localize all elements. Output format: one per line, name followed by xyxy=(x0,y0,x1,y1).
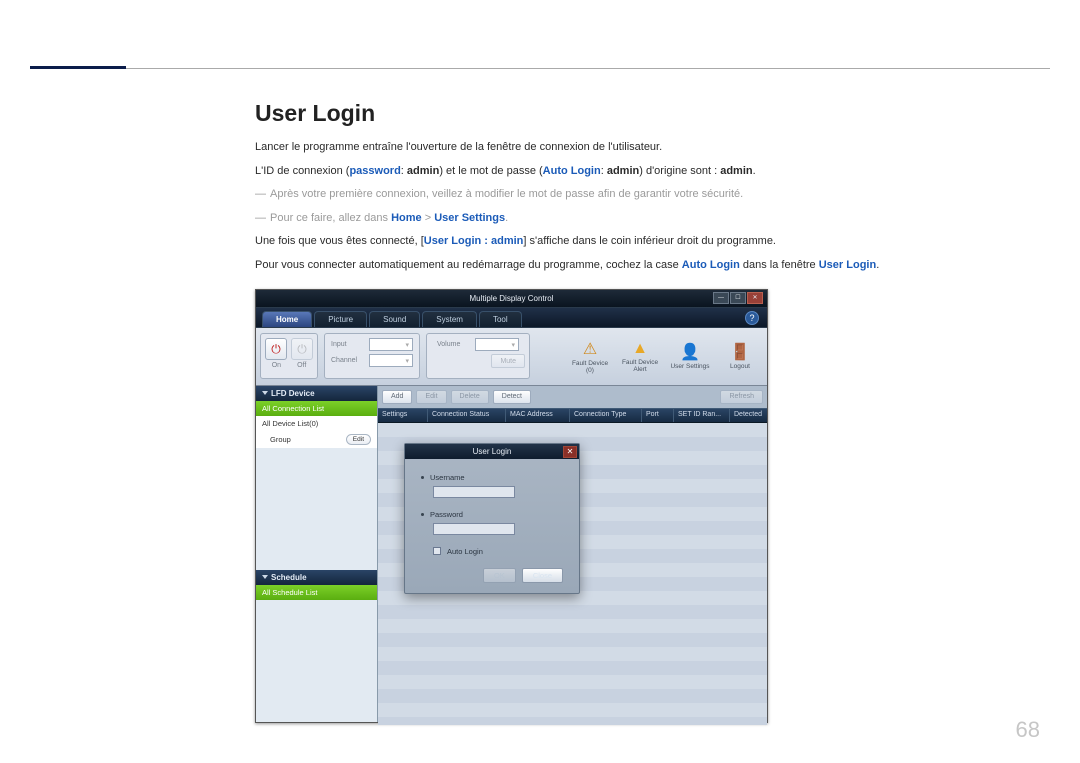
ok-button[interactable]: OK xyxy=(483,568,516,583)
chevron-down-icon xyxy=(262,575,268,579)
detect-button[interactable]: Detect xyxy=(493,390,531,404)
sidebar-schedule-area xyxy=(256,600,377,722)
channel-label: Channel xyxy=(331,357,365,364)
tab-system[interactable]: System xyxy=(422,311,477,327)
sidebar-all-connection[interactable]: All Connection List xyxy=(256,401,377,416)
sidebar-lfd-header[interactable]: LFD Device xyxy=(256,386,377,401)
edit-button[interactable]: Edit xyxy=(416,390,446,404)
close-button[interactable]: ✕ xyxy=(747,292,763,304)
main-panel: Add Edit Delete Detect Refresh Settings … xyxy=(378,386,767,722)
password-input[interactable] xyxy=(433,523,515,535)
power-off-button[interactable]: ⏻ xyxy=(291,338,313,360)
col-settings[interactable]: Settings xyxy=(378,409,428,422)
alert-triangle-icon: ▲ xyxy=(632,340,648,358)
dialog-close-button[interactable]: ✕ xyxy=(563,446,577,458)
tab-tool[interactable]: Tool xyxy=(479,311,522,327)
sidebar-group-row: Group Edit xyxy=(256,431,377,448)
input-label: Input xyxy=(331,341,365,348)
volume-label: Volume xyxy=(437,341,471,348)
dialog-close-btn[interactable]: Close xyxy=(522,568,563,583)
main-area: LFD Device All Connection List All Devic… xyxy=(256,386,767,722)
user-login-dialog: User Login ✕ Username xyxy=(404,443,580,594)
add-button[interactable]: Add xyxy=(382,390,412,404)
volume-select[interactable]: ▾ xyxy=(475,338,519,351)
sidebar: LFD Device All Connection List All Devic… xyxy=(256,386,378,722)
col-connection-status[interactable]: Connection Status xyxy=(428,409,506,422)
channel-select[interactable]: ▾ xyxy=(369,354,413,367)
minimize-button[interactable]: — xyxy=(713,292,729,304)
autologin-keyword: Auto Login xyxy=(543,165,601,177)
input-select[interactable]: ▾ xyxy=(369,338,413,351)
delete-button[interactable]: Delete xyxy=(451,390,489,404)
header-rule xyxy=(30,68,1050,69)
col-mac[interactable]: MAC Address xyxy=(506,409,570,422)
sidebar-all-schedule[interactable]: All Schedule List xyxy=(256,585,377,600)
window-controls: — ☐ ✕ xyxy=(713,292,763,304)
col-conn-type[interactable]: Connection Type xyxy=(570,409,642,422)
door-icon: 🚪 xyxy=(730,342,750,362)
home-link: Home xyxy=(391,212,422,224)
toolbar: ⏻ ⏻ On Off Input▾ Channel▾ Volume▾ Mute … xyxy=(256,328,767,386)
navigation-note: ―Pour ce faire, allez dans Home > User S… xyxy=(255,210,1045,228)
group-edit-button[interactable]: Edit xyxy=(346,434,371,445)
window-title: Multiple Display Control xyxy=(469,294,553,303)
off-label: Off xyxy=(297,362,306,369)
dialog-body: Username Password xyxy=(405,459,579,593)
autologin-checkbox[interactable] xyxy=(433,547,441,555)
chevron-down-icon xyxy=(262,391,268,395)
col-setid[interactable]: SET ID Ran... xyxy=(674,409,730,422)
bullet-icon xyxy=(421,513,424,516)
credentials-paragraph: L'ID de connexion (password: admin) et l… xyxy=(255,163,1045,181)
autologin-paragraph: Pour vous connecter automatiquement au r… xyxy=(255,257,1045,275)
page-title: User Login xyxy=(255,100,1045,127)
maximize-button[interactable]: ☐ xyxy=(730,292,746,304)
tab-picture[interactable]: Picture xyxy=(314,311,367,327)
col-port[interactable]: Port xyxy=(642,409,674,422)
connected-paragraph: Une fois que vous êtes connecté, [User L… xyxy=(255,233,1045,251)
col-detected[interactable]: Detected xyxy=(730,409,767,422)
user-settings-link: User Settings xyxy=(434,212,505,224)
group-label: Group xyxy=(270,435,291,444)
toolbar-big-icons: ⚠ Fault Device (0) ▲ Fault Device Alert … xyxy=(567,333,763,379)
mute-button[interactable]: Mute xyxy=(491,354,525,368)
page-content: User Login Lancer le programme entraîne … xyxy=(255,100,1045,723)
sidebar-device-area xyxy=(256,448,377,570)
dialog-title: User Login ✕ xyxy=(405,444,579,459)
sidebar-all-device[interactable]: All Device List(0) xyxy=(256,416,377,431)
power-icon: ⏻ xyxy=(271,342,281,357)
action-row: Add Edit Delete Detect Refresh xyxy=(378,386,767,408)
fault-alert-button[interactable]: ▲ Fault Device Alert xyxy=(617,333,663,379)
security-note: ―Après votre première connexion, veillez… xyxy=(255,186,1045,204)
help-button[interactable]: ? xyxy=(745,311,759,325)
autologin-label: Auto Login xyxy=(447,547,483,556)
header-accent-bar xyxy=(30,66,126,69)
column-headers: Settings Connection Status MAC Address C… xyxy=(378,408,767,423)
power-off-icon: ⏻ xyxy=(297,342,307,357)
volume-segment: Volume ▾ Mute xyxy=(426,333,530,379)
username-label: Username xyxy=(430,473,465,482)
refresh-button[interactable]: Refresh xyxy=(720,390,763,404)
tab-home[interactable]: Home xyxy=(262,311,312,327)
intro-paragraph: Lancer le programme entraîne l'ouverture… xyxy=(255,139,1045,157)
on-label: On xyxy=(272,362,281,369)
logout-button[interactable]: 🚪 Logout xyxy=(717,333,763,379)
data-grid: User Login ✕ Username xyxy=(378,423,767,725)
page-number: 68 xyxy=(1016,717,1040,743)
main-tabs: Home Picture Sound System Tool ? xyxy=(256,308,767,328)
app-window: Multiple Display Control — ☐ ✕ Home Pict… xyxy=(255,289,768,723)
user-icon: 👤 xyxy=(680,342,700,362)
monitor-warning-icon: ⚠ xyxy=(583,339,597,359)
power-on-button[interactable]: ⏻ xyxy=(265,338,287,360)
password-label: Password xyxy=(430,510,463,519)
username-input[interactable] xyxy=(433,486,515,498)
user-settings-button[interactable]: 👤 User Settings xyxy=(667,333,713,379)
input-segment: Input ▾ Channel ▾ xyxy=(324,333,420,379)
bullet-icon xyxy=(421,476,424,479)
fault-device-button[interactable]: ⚠ Fault Device (0) xyxy=(567,333,613,379)
password-keyword: password xyxy=(349,165,400,177)
sidebar-schedule-header[interactable]: Schedule xyxy=(256,570,377,585)
titlebar: Multiple Display Control — ☐ ✕ xyxy=(256,290,767,308)
power-segment: ⏻ ⏻ On Off xyxy=(260,333,318,379)
tab-sound[interactable]: Sound xyxy=(369,311,420,327)
